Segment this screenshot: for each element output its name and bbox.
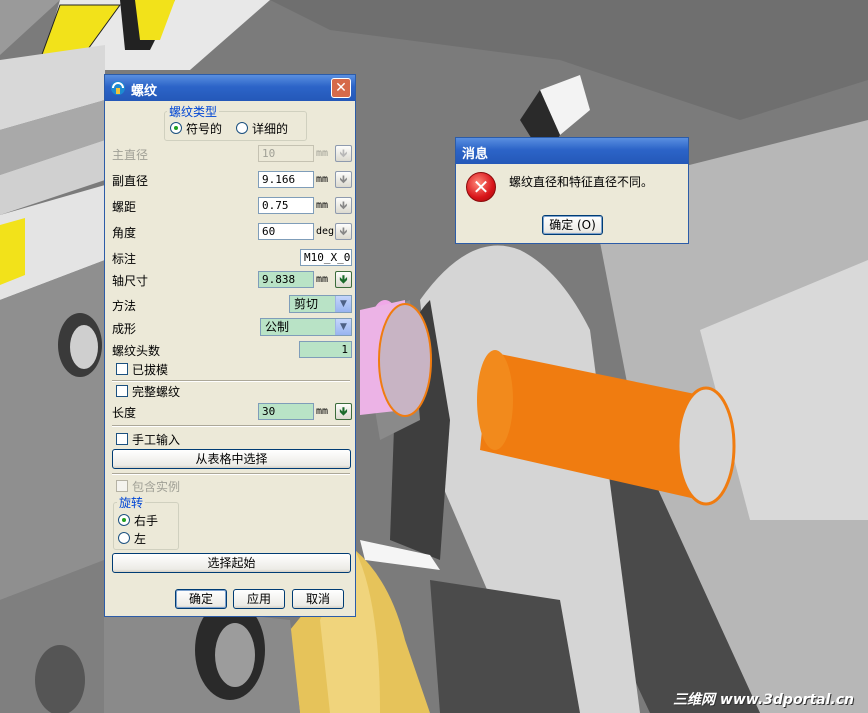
shaft-size-label: 轴尺寸 [112,274,149,288]
method-label: 方法 [112,299,137,313]
length-down-button[interactable]: 🡻 [335,403,352,420]
method-select[interactable]: 剪切 ▼ [289,295,352,313]
apply-button[interactable]: 应用 [233,589,285,609]
message-box: 消息 ✕ 螺纹直径和特征直径不同。 确定 (O) [455,137,689,244]
pitch-unit: mm [316,200,329,211]
major-diameter-down-button: 🡻 [335,145,352,162]
thread-dialog-title: 螺纹 [131,84,158,99]
form-select[interactable]: 公制 ▼ [260,318,352,336]
callout-label: 标注 [112,252,137,266]
shaft-size-unit: mm [316,274,329,285]
chevron-down-icon[interactable]: ▼ [335,296,351,312]
angle-label: 角度 [112,226,137,240]
manual-input-label: 手工输入 [132,433,181,447]
form-label: 成形 [112,322,137,336]
tapered-checkbox[interactable] [116,363,128,375]
radio-detailed-label: 详细的 [252,122,289,136]
full-thread-checkbox[interactable] [116,385,128,397]
major-diameter-label: 主直径 [112,148,149,162]
minor-diameter-down-button[interactable]: 🡻 [335,171,352,188]
chevron-down-icon[interactable]: ▼ [335,319,351,335]
divider [112,380,350,382]
close-button[interactable]: ✕ [331,78,351,98]
cancel-button[interactable]: 取消 [292,589,344,609]
minor-diameter-label: 副直径 [112,174,149,188]
shaft-size-down-button[interactable]: 🡻 [335,271,352,288]
starts-label: 螺纹头数 [112,344,161,358]
radio-right-hand-label: 右手 [134,514,159,528]
angle-field[interactable]: 60 [258,223,314,240]
radio-symbolic-label: 符号的 [186,122,223,136]
length-field[interactable]: 30 [258,403,314,420]
message-text: 螺纹直径和特征直径不同。 [509,175,654,189]
include-instances-checkbox [116,480,128,492]
minor-diameter-unit: mm [316,174,329,185]
ok-button[interactable]: 确定 [175,589,227,609]
shaft-size-field[interactable]: 9.838 [258,271,314,288]
length-label: 长度 [112,406,137,420]
tapered-label: 已拔模 [132,363,169,377]
divider [112,425,350,427]
minor-diameter-field[interactable]: 9.166 [258,171,314,188]
callout-field[interactable]: M10_X_0. [300,249,352,266]
thread-dialog-titlebar[interactable]: 螺纹 ✕ [105,75,355,101]
message-ok-button[interactable]: 确定 (O) [542,215,603,235]
pitch-down-button[interactable]: 🡻 [335,197,352,214]
error-icon: ✕ [466,172,496,202]
pitch-label: 螺距 [112,200,137,214]
divider [112,473,350,475]
radio-left-hand[interactable] [118,532,130,544]
include-instances-label: 包含实例 [132,480,181,494]
radio-symbolic[interactable] [170,122,182,134]
message-box-title: 消息 [462,147,489,162]
select-start-button[interactable]: 选择起始 [112,553,351,573]
manual-input-checkbox[interactable] [116,433,128,445]
starts-field[interactable]: 1 [299,341,352,358]
form-select-value: 公制 [265,320,290,334]
rotation-group-title: 旋转 [117,494,146,511]
radio-right-hand[interactable] [118,514,130,526]
thread-dialog: 螺纹 ✕ 螺纹类型 符号的 详细的 主直径 10 mm 🡻 副直径 9.166 … [104,74,356,617]
angle-unit: deg [316,226,335,237]
message-box-titlebar[interactable]: 消息 [456,138,688,164]
major-diameter-unit: mm [316,148,329,159]
method-select-value: 剪切 [294,297,319,311]
watermark: 三维网 www.3dportal.cn [673,692,854,708]
radio-left-hand-label: 左 [134,532,147,546]
choose-from-table-button[interactable]: 从表格中选择 [112,449,351,469]
major-diameter-field: 10 [258,145,314,162]
radio-detailed[interactable] [236,122,248,134]
thread-app-icon [111,81,125,95]
length-unit: mm [316,406,329,417]
full-thread-label: 完整螺纹 [132,385,181,399]
angle-down-button[interactable]: 🡻 [335,223,352,240]
thread-type-group-title: 螺纹类型 [167,103,220,120]
pitch-field[interactable]: 0.75 [258,197,314,214]
